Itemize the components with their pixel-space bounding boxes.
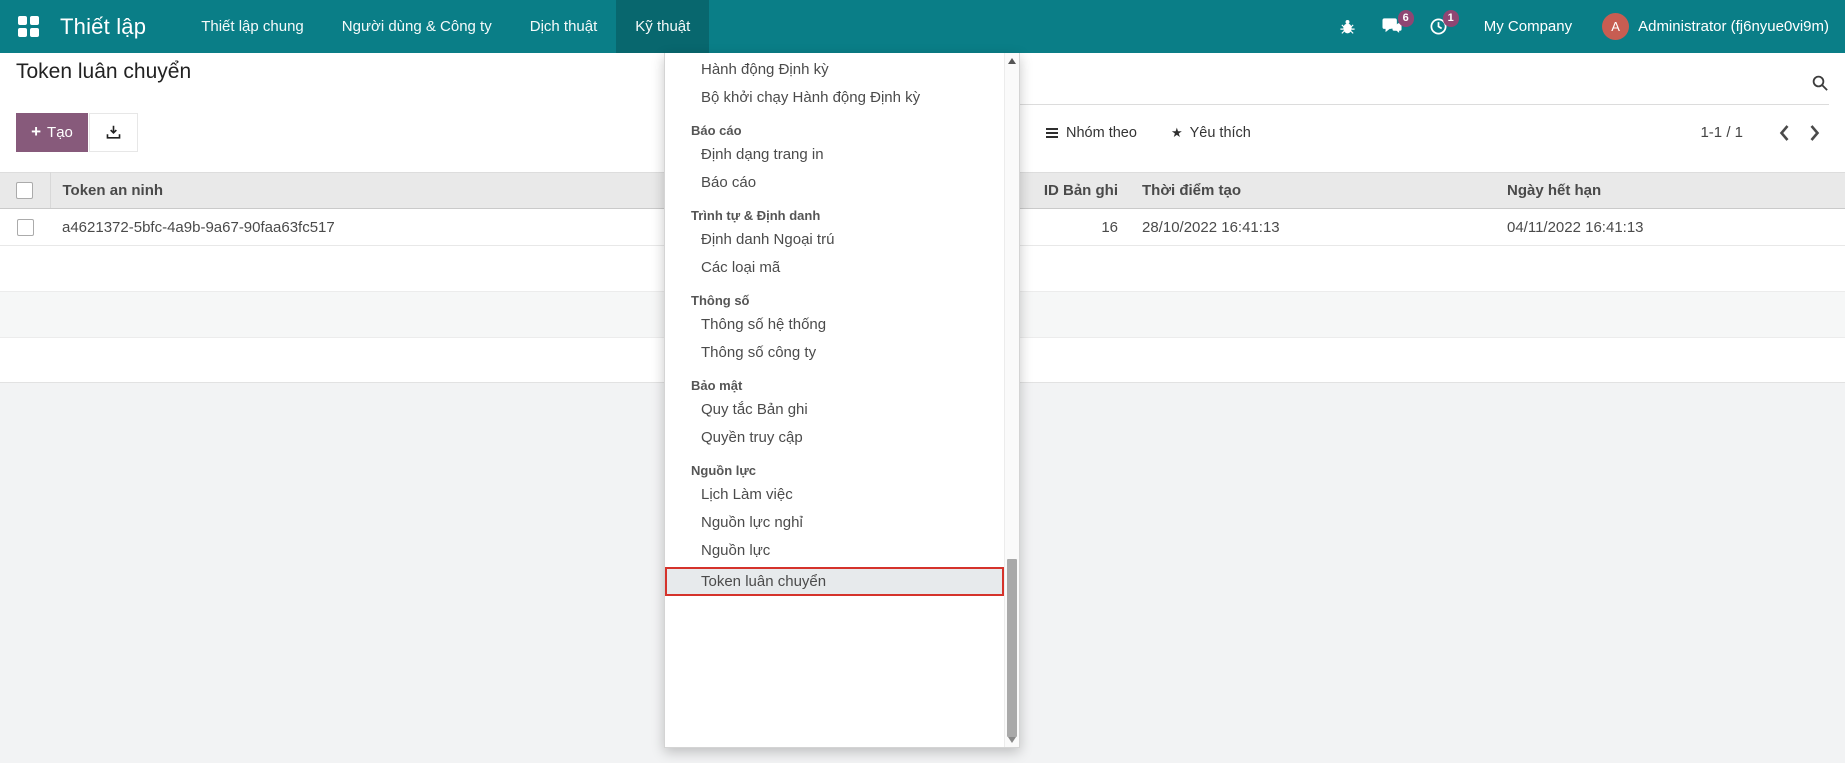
topbar-right: 6 1 My Company A Administrator (fj6nyue0… xyxy=(1339,13,1845,40)
menu-section-trinh-tu-dinh-danh: Trình tự & Định danh xyxy=(665,197,1004,226)
cell-record-id[interactable]: 16 xyxy=(1010,209,1130,246)
menu-item-nguon-luc[interactable]: Nguồn lực xyxy=(665,537,1004,565)
menu-item-thong-so-cong-ty[interactable]: Thông số công ty xyxy=(665,339,1004,367)
menu-section-bao-mat: Bảo mật xyxy=(665,367,1004,396)
favorites-label: Yêu thích xyxy=(1190,125,1251,141)
activities-count-badge: 1 xyxy=(1443,10,1459,27)
grid-icon xyxy=(18,16,39,37)
row-checkbox[interactable] xyxy=(17,219,34,236)
menu-section-thong-so: Thông số xyxy=(665,282,1004,311)
menu-item-token-luan-chuyen[interactable]: Token luân chuyển xyxy=(665,567,1004,596)
pager: 1-1 / 1 xyxy=(1700,113,1829,152)
menu-item-dinh-dang-trang-in[interactable]: Định dạng trang in xyxy=(665,141,1004,169)
page-title: Token luân chuyển xyxy=(16,60,191,84)
messages-button[interactable]: 6 xyxy=(1382,17,1403,36)
app-title[interactable]: Thiết lập xyxy=(60,14,146,40)
search-icon[interactable] xyxy=(1811,74,1829,97)
menu-item-thong-so-he-thong[interactable]: Thông số hệ thống xyxy=(665,311,1004,339)
row-select-cell xyxy=(0,209,50,246)
menu-item-bao-cao[interactable]: Báo cáo xyxy=(665,169,1004,197)
menu-item-hanh-dong-dinh-ky[interactable]: Hành động Định kỳ xyxy=(665,56,1004,84)
user-menu[interactable]: Administrator (fj6nyue0vi9m) xyxy=(1638,18,1829,35)
cell-expires[interactable]: 04/11/2022 16:41:13 xyxy=(1495,209,1845,246)
group-by-icon xyxy=(1045,127,1059,139)
star-icon: ★ xyxy=(1171,125,1183,141)
column-header-expires[interactable]: Ngày hết hạn xyxy=(1495,173,1845,209)
nav-item-dich-thuat[interactable]: Dịch thuật xyxy=(511,0,617,53)
messages-count-badge: 6 xyxy=(1398,10,1414,27)
column-header-record-id[interactable]: ID Bản ghi xyxy=(1010,173,1130,209)
favorites-button[interactable]: ★ Yêu thích xyxy=(1154,113,1268,152)
nav-item-nguoi-dung-cong-ty[interactable]: Người dùng & Công ty xyxy=(323,0,511,53)
menu-section-bao-cao: Báo cáo xyxy=(665,112,1004,141)
technical-dropdown-menu: Hành động Định kỳBộ khởi chạy Hành động … xyxy=(664,53,1020,748)
menu-item-dinh-danh-ngoai-tru[interactable]: Định danh Ngoại trú xyxy=(665,226,1004,254)
search-bar xyxy=(880,62,1829,105)
select-all-cell xyxy=(0,173,50,209)
menu-item-quyen-truy-cap[interactable]: Quyền truy cập xyxy=(665,424,1004,452)
avatar[interactable]: A xyxy=(1602,13,1629,40)
menu-item-nguon-luc-nghi[interactable]: Nguồn lực nghỉ xyxy=(665,509,1004,537)
cell-created[interactable]: 28/10/2022 16:41:13 xyxy=(1130,209,1495,246)
scroll-up-arrow-icon[interactable] xyxy=(1008,58,1016,64)
pager-previous-button[interactable] xyxy=(1769,118,1799,148)
column-header-created[interactable]: Thời điểm tạo xyxy=(1130,173,1495,209)
pager-range: 1-1 / 1 xyxy=(1700,124,1743,141)
download-icon xyxy=(105,124,122,141)
create-button[interactable]: + Tạo xyxy=(16,113,88,152)
menu-item-quy-tac-ban-ghi[interactable]: Quy tắc Bản ghi xyxy=(665,396,1004,424)
menu-item-lich-lam-viec[interactable]: Lịch Làm việc xyxy=(665,481,1004,509)
company-switcher[interactable]: My Company xyxy=(1484,18,1572,35)
menu-item-bo-khoi-chay-hanh-dong-dinh-ky[interactable]: Bộ khởi chạy Hành động Định kỳ xyxy=(665,84,1004,112)
plus-icon: + xyxy=(31,122,41,142)
dropdown-scrollbar[interactable] xyxy=(1004,53,1019,747)
export-button[interactable] xyxy=(89,113,138,152)
select-all-checkbox[interactable] xyxy=(16,182,33,199)
nav-item-ky-thuat[interactable]: Kỹ thuật xyxy=(616,0,709,53)
chevron-right-icon xyxy=(1809,125,1820,141)
scrollbar-thumb[interactable] xyxy=(1007,559,1017,737)
menu-section-nguon-luc: Nguồn lực xyxy=(665,452,1004,481)
pager-next-button[interactable] xyxy=(1799,118,1829,148)
activities-button[interactable]: 1 xyxy=(1429,17,1448,36)
filter-buttons: Nhóm theo ★ Yêu thích xyxy=(1028,113,1268,152)
debug-bug-icon[interactable] xyxy=(1339,18,1356,36)
group-by-button[interactable]: Nhóm theo xyxy=(1028,113,1154,152)
app-menus: Thiết lập chungNgười dùng & Công tyDịch … xyxy=(182,0,709,53)
scroll-down-arrow-icon[interactable] xyxy=(1008,737,1016,743)
nav-item-thiet-lap-chung[interactable]: Thiết lập chung xyxy=(182,0,323,53)
apps-menu-icon[interactable] xyxy=(16,15,40,39)
group-by-label: Nhóm theo xyxy=(1066,125,1137,141)
technical-menu-list: Hành động Định kỳBộ khởi chạy Hành động … xyxy=(665,53,1004,747)
chevron-left-icon xyxy=(1779,125,1790,141)
create-button-label: Tạo xyxy=(47,124,73,141)
top-navbar: Thiết lập Thiết lập chungNgười dùng & Cô… xyxy=(0,0,1845,53)
menu-item-cac-loai-ma[interactable]: Các loại mã xyxy=(665,254,1004,282)
bug-icon xyxy=(1339,18,1356,36)
